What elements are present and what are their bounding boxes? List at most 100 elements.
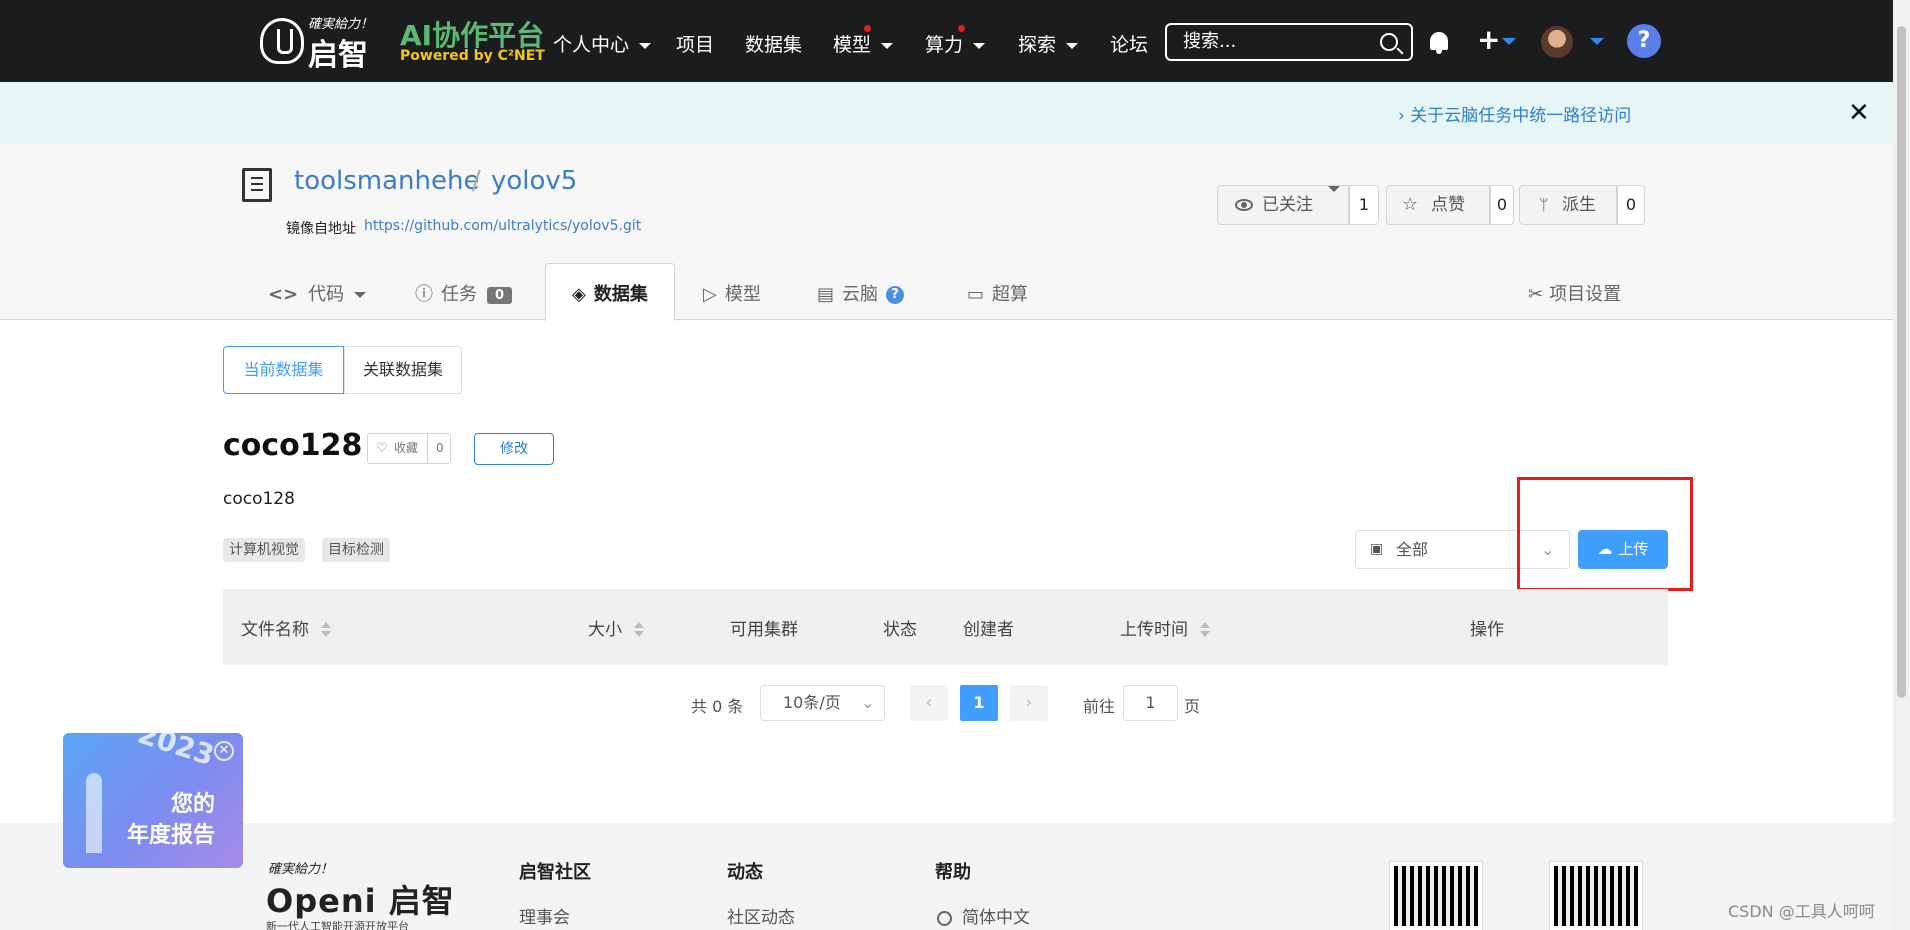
chevron-down-icon [1328, 186, 1340, 192]
mirror-url-link[interactable]: https://github.com/ultralytics/yolov5.gi… [364, 218, 641, 234]
nav-models[interactable]: 模型 [833, 30, 894, 57]
tab-label: 项目设置 [1549, 284, 1622, 305]
footer-link-community-news[interactable]: 社区动态 [727, 903, 795, 928]
footer-logo-slogan: 確実給力！ [268, 862, 334, 877]
user-avatar[interactable] [1541, 26, 1573, 58]
nav-explore[interactable]: 探索 [1018, 30, 1079, 57]
scrollbar-thumb[interactable] [1897, 26, 1906, 698]
chevron-down-icon [354, 292, 367, 298]
nav-forum[interactable]: 论坛 [1110, 30, 1148, 57]
fork-icon: ᛘ [1539, 195, 1549, 214]
server-icon: ▤ [817, 284, 835, 305]
tab-supercompute[interactable]: ▭ 超算 [967, 280, 1028, 306]
search-input[interactable]: 搜索... [1165, 23, 1413, 61]
help-icon[interactable]: ? [1627, 24, 1661, 58]
close-icon[interactable]: ✕ [214, 741, 234, 761]
star-button[interactable]: ☆ 点赞 [1386, 185, 1490, 225]
tag-chip[interactable]: 计算机视觉 [223, 538, 305, 562]
tab-label: 代码 [308, 284, 345, 305]
layers-icon: ◈ [572, 284, 586, 305]
goto-page-input[interactable]: 1 [1123, 685, 1178, 721]
col-size[interactable]: 大小 [588, 615, 644, 640]
repo-mirror-icon [242, 168, 272, 202]
nav-projects[interactable]: 项目 [676, 30, 714, 57]
play-icon: ▷ [703, 284, 717, 305]
footer-link-council[interactable]: 理事会 [519, 903, 570, 928]
tab-current-dataset[interactable]: 当前数据集 [223, 346, 344, 394]
tab-issues[interactable]: ⓘ 任务 0 [415, 280, 513, 306]
col-upload-time[interactable]: 上传时间 [1120, 615, 1210, 640]
chevron-down-icon [1066, 42, 1079, 49]
divider [427, 434, 428, 463]
footer-logo-subtitle: 新一代人工智能开源开放平台 [266, 920, 409, 930]
fork-button[interactable]: ᛘ 派生 [1519, 185, 1617, 225]
qr-code-community [1549, 861, 1643, 930]
highlight-annotation-box [1517, 477, 1693, 591]
edit-button[interactable]: 修改 [474, 433, 554, 465]
tab-label: 任务 [441, 284, 477, 305]
chevron-down-icon [881, 42, 894, 49]
notice-link[interactable]: › 关于云脑任务中统一路径访问 [1398, 101, 1650, 126]
tab-label: 云脑 [842, 284, 879, 305]
tab-datasets[interactable]: ◈ 数据集 [572, 280, 648, 306]
page-size-select[interactable]: 10条/页 ⌄ [760, 685, 885, 721]
tab-code[interactable]: <> 代码 [268, 280, 367, 306]
report-text: 您的 年度报告 [127, 789, 215, 851]
repo-name-link[interactable]: yolov5 [491, 166, 577, 196]
file-table-header [223, 589, 1668, 665]
tab-models[interactable]: ▷ 模型 [703, 280, 761, 306]
next-page-button[interactable]: › [1010, 685, 1048, 721]
logo-name[interactable]: 启智 [308, 30, 368, 74]
tab-linked-dataset[interactable]: 关联数据集 [344, 346, 462, 394]
globe-icon [937, 910, 952, 926]
chevron-down-icon[interactable] [1502, 38, 1516, 45]
notification-dot [864, 25, 871, 32]
nav-label: 探索 [1018, 34, 1057, 56]
chevron-down-icon[interactable] [1590, 38, 1604, 45]
chevron-down-icon [639, 42, 652, 49]
footer-col-community: 启智社区 [519, 862, 591, 883]
nav-datasets[interactable]: 数据集 [745, 30, 802, 57]
filter-icon: ▣ [1370, 541, 1384, 557]
nav-compute[interactable]: 算力 [925, 30, 986, 57]
tab-settings[interactable]: ✂ 项目设置 [1528, 280, 1621, 306]
report-line2: 年度报告 [127, 823, 216, 848]
language-switch[interactable]: 简体中文 [937, 903, 1030, 928]
qr-code-wechat [1389, 861, 1483, 930]
fork-count[interactable]: 0 [1617, 185, 1645, 225]
current-page-button[interactable]: 1 [960, 685, 998, 721]
help-icon[interactable]: ? [886, 286, 905, 304]
page-size-value: 10条/页 [783, 693, 841, 712]
tools-icon: ✂ [1528, 284, 1544, 305]
watch-button[interactable]: 已关注 [1217, 185, 1349, 225]
goto-label: 前往 [1083, 697, 1116, 716]
watch-count[interactable]: 1 [1349, 185, 1379, 225]
path-separator: / [472, 166, 481, 196]
footer-logo[interactable]: Openi 启智 [266, 876, 455, 922]
nav-label: 模型 [833, 34, 872, 56]
star-count[interactable]: 0 [1490, 185, 1514, 225]
dataset-description: coco128 [223, 489, 295, 509]
brand-subtitle: Powered by C²NET [400, 48, 545, 64]
nav-personal-center[interactable]: 个人中心 [553, 30, 652, 57]
col-actions: 操作 [1470, 620, 1504, 640]
col-file-name[interactable]: 文件名称 [241, 615, 331, 640]
plus-icon[interactable]: + [1477, 26, 1500, 54]
star-icon: ☆ [1402, 194, 1419, 215]
openi-logo-icon[interactable] [260, 18, 304, 64]
col-cluster: 可用集群 [730, 620, 798, 640]
report-line1: 您的 [171, 792, 216, 817]
pagination-total: 共 0 条 [691, 697, 744, 716]
tag-chip[interactable]: 目标检测 [322, 538, 390, 562]
close-icon[interactable]: ✕ [1848, 98, 1870, 128]
chevron-down-icon: ⌄ [861, 693, 875, 712]
prev-page-button[interactable]: ‹ [910, 685, 948, 721]
monitor-icon: ▭ [967, 284, 985, 305]
tab-cloudbrain[interactable]: ▤ 云脑? [817, 280, 905, 306]
sort-icon [321, 622, 331, 638]
repo-owner-link[interactable]: toolsmanhehe [294, 166, 479, 196]
csdn-watermark: CSDN @工具人呵呵 [1728, 902, 1875, 921]
bell-icon[interactable] [1430, 32, 1448, 54]
search-icon[interactable] [1380, 33, 1398, 51]
favorite-button[interactable]: ♡ 收藏 0 [367, 433, 451, 464]
